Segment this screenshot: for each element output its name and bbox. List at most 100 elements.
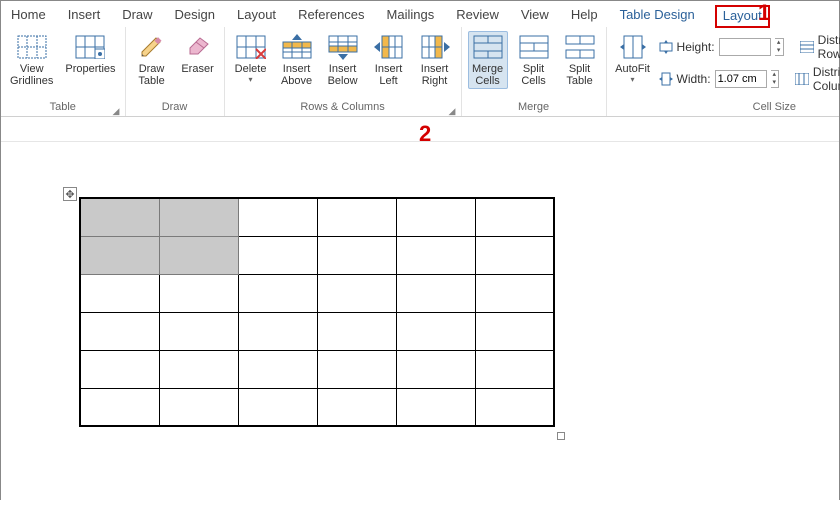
tab-view[interactable]: View	[519, 5, 551, 26]
table-cell[interactable]	[396, 236, 475, 274]
table-cell[interactable]	[80, 350, 159, 388]
table-group-launcher[interactable]: ◢	[113, 106, 123, 116]
table-cell[interactable]	[80, 236, 159, 274]
table-row	[80, 312, 554, 350]
table-cell[interactable]	[80, 274, 159, 312]
table-cell[interactable]	[317, 274, 396, 312]
width-spinner[interactable]: ▴▾	[771, 70, 779, 88]
table-cell[interactable]	[238, 388, 317, 426]
height-input[interactable]	[719, 38, 771, 56]
split-cells-icon	[518, 33, 550, 61]
distribute-rows-button[interactable]: Distribute Rows	[800, 33, 840, 61]
table-cell[interactable]	[238, 274, 317, 312]
tab-draw[interactable]: Draw	[120, 5, 154, 26]
group-merge: Merge Cells Split Cells Split Table Merg…	[462, 27, 607, 116]
insert-right-button[interactable]: Insert Right	[415, 31, 455, 89]
tab-references[interactable]: References	[296, 5, 366, 26]
group-merge-label: Merge	[468, 101, 600, 114]
tab-mailings[interactable]: Mailings	[385, 5, 437, 26]
table-cell[interactable]	[80, 312, 159, 350]
table-row	[80, 236, 554, 274]
eraser-label: Eraser	[181, 63, 213, 75]
group-draw: Draw Table Eraser Draw	[126, 27, 225, 116]
autofit-icon	[617, 33, 649, 61]
table-cell[interactable]	[238, 312, 317, 350]
draw-table-button[interactable]: Draw Table	[132, 31, 172, 89]
table-cell[interactable]	[396, 274, 475, 312]
insert-above-icon	[281, 33, 313, 61]
table-resize-handle[interactable]	[557, 432, 565, 440]
merge-cells-icon	[472, 33, 504, 61]
insert-left-label: Insert Left	[375, 63, 403, 87]
table-cell[interactable]	[317, 388, 396, 426]
table-cell[interactable]	[396, 198, 475, 236]
table-move-handle[interactable]: ✥	[63, 187, 77, 201]
tab-home[interactable]: Home	[9, 5, 48, 26]
autofit-button[interactable]: AutoFit ▾	[613, 31, 653, 86]
table-cell[interactable]	[317, 350, 396, 388]
insert-right-icon	[419, 33, 451, 61]
table-cell[interactable]	[80, 388, 159, 426]
delete-label: Delete	[235, 63, 267, 75]
document-table[interactable]	[79, 197, 555, 427]
properties-button[interactable]: Properties	[62, 31, 118, 77]
table-cell[interactable]	[159, 388, 238, 426]
group-rows-cols-label: Rows & Columns	[231, 101, 455, 114]
height-spinner[interactable]: ▴▾	[775, 38, 784, 56]
tab-table-design[interactable]: Table Design	[618, 5, 697, 26]
eraser-button[interactable]: Eraser	[178, 31, 218, 77]
insert-above-button[interactable]: Insert Above	[277, 31, 317, 89]
row-height-icon	[659, 40, 673, 54]
view-gridlines-button[interactable]: View Gridlines	[7, 31, 56, 89]
pencil-icon	[136, 33, 168, 61]
autofit-label: AutoFit	[615, 63, 650, 75]
table-cell[interactable]	[475, 198, 554, 236]
table-cell[interactable]	[159, 350, 238, 388]
table-cell[interactable]	[159, 236, 238, 274]
merge-cells-button[interactable]: Merge Cells	[468, 31, 508, 89]
group-cell-size-label: Cell Size	[613, 101, 840, 114]
distribute-rows-label: Distribute Rows	[818, 33, 840, 61]
rows-cols-group-launcher[interactable]: ◢	[449, 106, 459, 116]
table-cell[interactable]	[396, 388, 475, 426]
tab-help[interactable]: Help	[569, 5, 600, 26]
tab-insert[interactable]: Insert	[66, 5, 103, 26]
insert-below-icon	[327, 33, 359, 61]
tab-design[interactable]: Design	[173, 5, 217, 26]
table-cell[interactable]	[238, 350, 317, 388]
split-table-label: Split Table	[566, 63, 592, 87]
table-cell[interactable]	[396, 312, 475, 350]
table-cell[interactable]	[159, 198, 238, 236]
menu-bar: Home Insert Draw Design Layout Reference…	[1, 1, 839, 27]
table-cell[interactable]	[317, 198, 396, 236]
delete-button[interactable]: Delete ▾	[231, 31, 271, 86]
properties-label: Properties	[65, 63, 115, 75]
table-cell[interactable]	[475, 312, 554, 350]
tab-layout[interactable]: Layout	[235, 5, 278, 26]
insert-left-button[interactable]: Insert Left	[369, 31, 409, 89]
table-cell[interactable]	[475, 236, 554, 274]
distribute-rows-icon	[800, 40, 814, 54]
split-table-button[interactable]: Split Table	[560, 31, 600, 89]
tab-review[interactable]: Review	[454, 5, 501, 26]
table-cell[interactable]	[159, 312, 238, 350]
table-cell[interactable]	[396, 350, 475, 388]
ribbon: View Gridlines Properties Table ◢ Draw T…	[1, 27, 839, 117]
table-cell[interactable]	[475, 388, 554, 426]
table-cell[interactable]	[80, 198, 159, 236]
split-cells-button[interactable]: Split Cells	[514, 31, 554, 89]
table-row	[80, 388, 554, 426]
table-cell[interactable]	[317, 312, 396, 350]
insert-right-label: Insert Right	[421, 63, 449, 87]
width-input[interactable]	[715, 70, 767, 88]
table-cell[interactable]	[317, 236, 396, 274]
table-row	[80, 350, 554, 388]
table-cell[interactable]	[238, 198, 317, 236]
table-cell[interactable]	[475, 350, 554, 388]
merge-cells-label: Merge Cells	[472, 63, 503, 87]
table-cell[interactable]	[238, 236, 317, 274]
insert-below-button[interactable]: Insert Below	[323, 31, 363, 89]
distribute-cols-button[interactable]: Distribute Columns	[795, 65, 840, 93]
table-cell[interactable]	[475, 274, 554, 312]
table-cell[interactable]	[159, 274, 238, 312]
